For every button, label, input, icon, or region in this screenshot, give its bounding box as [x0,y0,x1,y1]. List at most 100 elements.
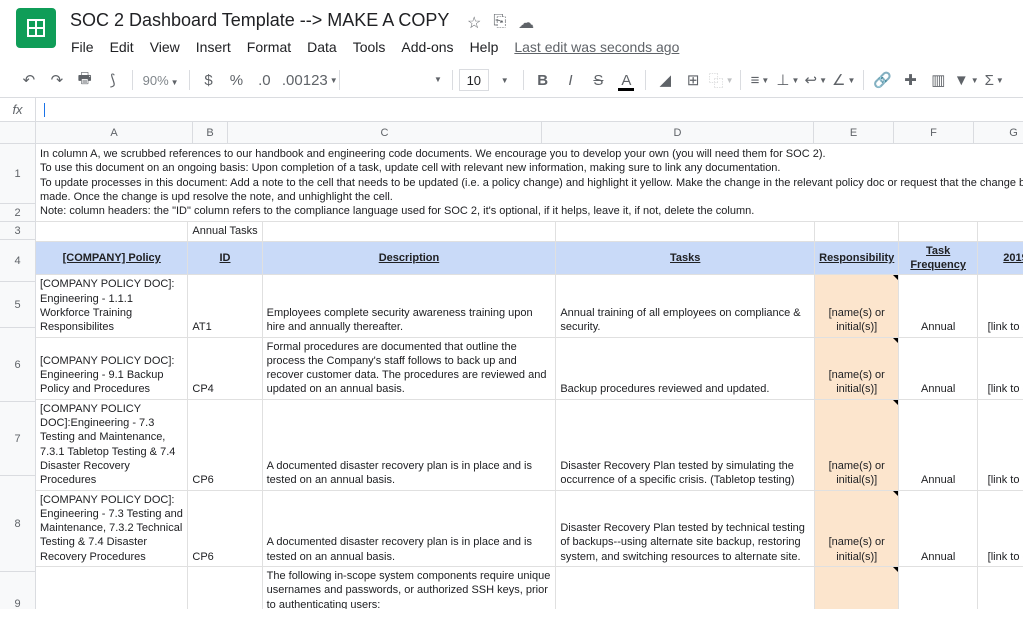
cell[interactable]: Employees complete security awareness tr… [262,275,556,337]
row-header-2[interactable]: 2 [0,204,35,222]
borders-button[interactable]: ⊞ [680,67,706,93]
cell[interactable]: [name(s) or initial(s)] [815,399,899,490]
column-header-E[interactable]: E [814,122,894,143]
cell[interactable]: [link to doc] [977,490,1023,566]
cell[interactable]: [name(s) or initial(s)] [815,337,899,399]
cell[interactable]: [COMPANY POLICY DOC]: Engineering - 9.1 … [36,337,188,399]
cell[interactable]: AT1 [188,275,262,337]
column-header-B[interactable]: B [193,122,228,143]
last-edit-link[interactable]: Last edit was seconds ago [507,35,686,59]
cell[interactable]: [name(s) or initial(s)] [815,490,899,566]
strikethrough-button[interactable]: S [585,67,611,93]
document-title[interactable]: SOC 2 Dashboard Template --> MAKE A COPY [64,8,455,33]
cell[interactable]: Disaster Recovery Plan tested by technic… [556,490,815,566]
undo-button[interactable]: ↶ [16,67,42,93]
paint-format-button[interactable]: ⟆ [100,67,126,93]
cell[interactable]: A documented disaster recovery plan is i… [262,399,556,490]
cell[interactable]: IA1 [188,567,262,609]
cell[interactable]: Annual [899,275,978,337]
insert-comment-button[interactable]: ✚ [898,67,924,93]
redo-button[interactable]: ↷ [44,67,70,93]
cell[interactable]: [name(s) or initial(s)] [815,275,899,337]
cell[interactable]: CP4 [188,337,262,399]
formula-input[interactable] [36,98,1023,121]
increase-decimal-button[interactable]: .00 [279,67,305,93]
column-header-C[interactable]: C [228,122,542,143]
cloud-icon[interactable]: ☁ [518,13,534,33]
v-align-button[interactable]: ⊥▼ [775,67,801,93]
font-size-input[interactable]: 10 [459,69,489,91]
row-header-5[interactable]: 5 [0,282,35,328]
text-wrap-button[interactable]: ↩▼ [803,67,829,93]
cell[interactable]: [link to doc] [977,337,1023,399]
cells-table[interactable]: In column A, we scrubbed references to o… [36,144,1023,609]
filter-button[interactable]: ▼▼ [953,67,979,93]
merge-cells-button[interactable]: ⿻▼ [708,67,734,93]
header-frequency[interactable]: Task Frequency [899,241,978,275]
cell[interactable]: The following in-scope system components… [262,567,556,609]
bold-button[interactable]: B [530,67,556,93]
row-header-6[interactable]: 6 [0,328,35,402]
cell[interactable]: A documented disaster recovery plan is i… [262,490,556,566]
menu-tools[interactable]: Tools [346,35,393,59]
row-header-7[interactable]: 7 [0,402,35,476]
text-color-button[interactable]: A [613,67,639,93]
row-header-4[interactable]: 4 [0,240,35,282]
cell[interactable]: Disaster Recovery Plan tested by simulat… [556,399,815,490]
header-tasks[interactable]: Tasks [556,241,815,275]
menu-file[interactable]: File [64,35,101,59]
menu-help[interactable]: Help [463,35,506,59]
cell[interactable]: [link to doc] [977,567,1023,609]
italic-button[interactable]: I [558,67,584,93]
cell[interactable]: [link to doc] [977,399,1023,490]
cell[interactable]: Formal procedures are documented that ou… [262,337,556,399]
header-policy[interactable]: [COMPANY] Policy [36,241,188,275]
cell[interactable]: [link to doc] [977,275,1023,337]
spreadsheet-grid[interactable]: ABCDEFG 123456789 In column A, we scrubb… [0,122,1023,609]
column-header-D[interactable]: D [542,122,814,143]
cell[interactable]: Verify that network, application, operat… [556,567,815,609]
menu-insert[interactable]: Insert [189,35,238,59]
cell[interactable]: Annual [899,399,978,490]
cell[interactable] [815,222,899,241]
menu-addons[interactable]: Add-ons [394,35,460,59]
cell[interactable]: CP6 [188,399,262,490]
header-year[interactable]: 2019 [977,241,1023,275]
row-header-1[interactable]: 1 [0,144,35,204]
cell[interactable] [556,222,815,241]
more-formats-button[interactable]: 123▼ [307,67,333,93]
cell[interactable] [36,222,188,241]
cell[interactable]: Backup procedures reviewed and updated. [556,337,815,399]
insert-chart-button[interactable]: ▥ [925,67,951,93]
font-family-dropdown[interactable]: ▼ [346,69,446,91]
header-description[interactable]: Description [262,241,556,275]
insert-link-button[interactable]: 🔗 [870,67,896,93]
sheets-app-icon[interactable] [16,8,56,48]
menu-view[interactable]: View [143,35,187,59]
menu-edit[interactable]: Edit [103,35,141,59]
fill-color-button[interactable]: ◢ [652,67,678,93]
cell[interactable]: Annual [899,567,978,609]
header-responsibility[interactable]: Responsibility [815,241,899,275]
cell[interactable]: Annual Tasks [188,222,262,241]
header-id[interactable]: ID [188,241,262,275]
cell[interactable]: CP6 [188,490,262,566]
cell[interactable]: [name(s) or initial(s)] [815,567,899,609]
functions-button[interactable]: Σ▼ [981,67,1007,93]
decrease-decimal-button[interactable]: .0 [251,67,277,93]
row-header-9[interactable]: 9 [0,572,35,609]
cell[interactable] [262,222,556,241]
h-align-button[interactable]: ≡▼ [747,67,773,93]
print-button[interactable]: 🖶 [72,67,98,93]
row-header-3[interactable]: 3 [0,222,35,240]
cell[interactable] [899,222,978,241]
notes-cell[interactable]: In column A, we scrubbed references to o… [36,144,1023,222]
star-icon[interactable]: ☆ [467,13,481,33]
column-header-A[interactable]: A [36,122,193,143]
cell[interactable]: [COMPANY POLICY DOC]: Engineering - 1.1.… [36,275,188,337]
percent-button[interactable]: % [223,67,249,93]
zoom-dropdown[interactable]: 90%▼ [139,71,183,90]
currency-button[interactable]: $ [196,67,222,93]
menu-data[interactable]: Data [300,35,344,59]
cell[interactable]: Annual training of all employees on comp… [556,275,815,337]
